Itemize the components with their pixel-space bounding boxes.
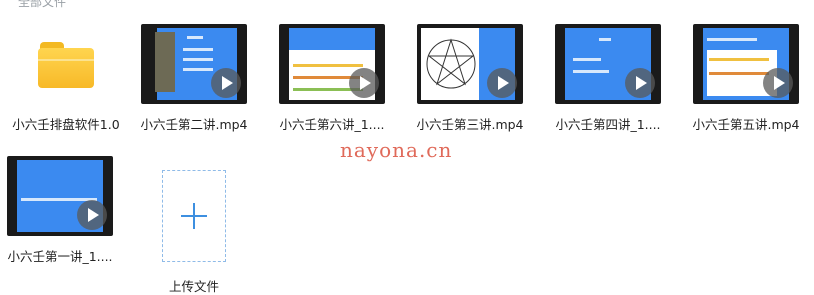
play-icon xyxy=(487,68,517,98)
folder-icon xyxy=(38,42,94,88)
file-tile-video[interactable]: 小六壬第四讲_1.... xyxy=(548,24,668,133)
video-thumbnail xyxy=(7,156,113,236)
play-icon xyxy=(211,68,241,98)
breadcrumb[interactable]: 全部文件 xyxy=(18,0,66,10)
file-tile-video[interactable]: 小六壬第二讲.mp4 xyxy=(134,24,254,133)
file-name: 小六壬第一讲_1.... xyxy=(7,249,113,264)
file-name: 小六壬第三讲.mp4 xyxy=(416,117,524,132)
video-thumbnail xyxy=(693,24,799,104)
play-icon xyxy=(77,200,107,230)
play-icon xyxy=(625,68,655,98)
file-tile-video[interactable]: 小六壬第三讲.mp4 xyxy=(410,24,530,133)
upload-label: 上传文件 xyxy=(168,279,219,294)
file-tile-video[interactable]: 小六壬第五讲.mp4 xyxy=(686,24,806,133)
play-icon xyxy=(349,68,379,98)
play-icon xyxy=(763,68,793,98)
file-name: 小六壬第二讲.mp4 xyxy=(140,117,248,132)
file-name: 小六壬第五讲.mp4 xyxy=(692,117,800,132)
upload-button[interactable] xyxy=(162,170,226,262)
video-thumbnail xyxy=(555,24,661,104)
file-name: 小六壬排盘软件1.0 xyxy=(12,117,120,132)
file-tile-folder[interactable]: 小六壬排盘软件1.0 xyxy=(6,30,126,133)
video-thumbnail xyxy=(279,24,385,104)
file-tile-video[interactable]: 小六壬第六讲_1.... xyxy=(272,24,392,133)
upload-tile[interactable]: 上传文件 xyxy=(134,170,254,295)
file-tile-video[interactable]: 小六壬第一讲_1.... xyxy=(0,156,120,265)
video-thumbnail xyxy=(417,24,523,104)
file-name: 小六壬第六讲_1.... xyxy=(279,117,385,132)
file-name: 小六壬第四讲_1.... xyxy=(555,117,661,132)
watermark: nayona.cn xyxy=(340,138,453,162)
video-thumbnail xyxy=(141,24,247,104)
